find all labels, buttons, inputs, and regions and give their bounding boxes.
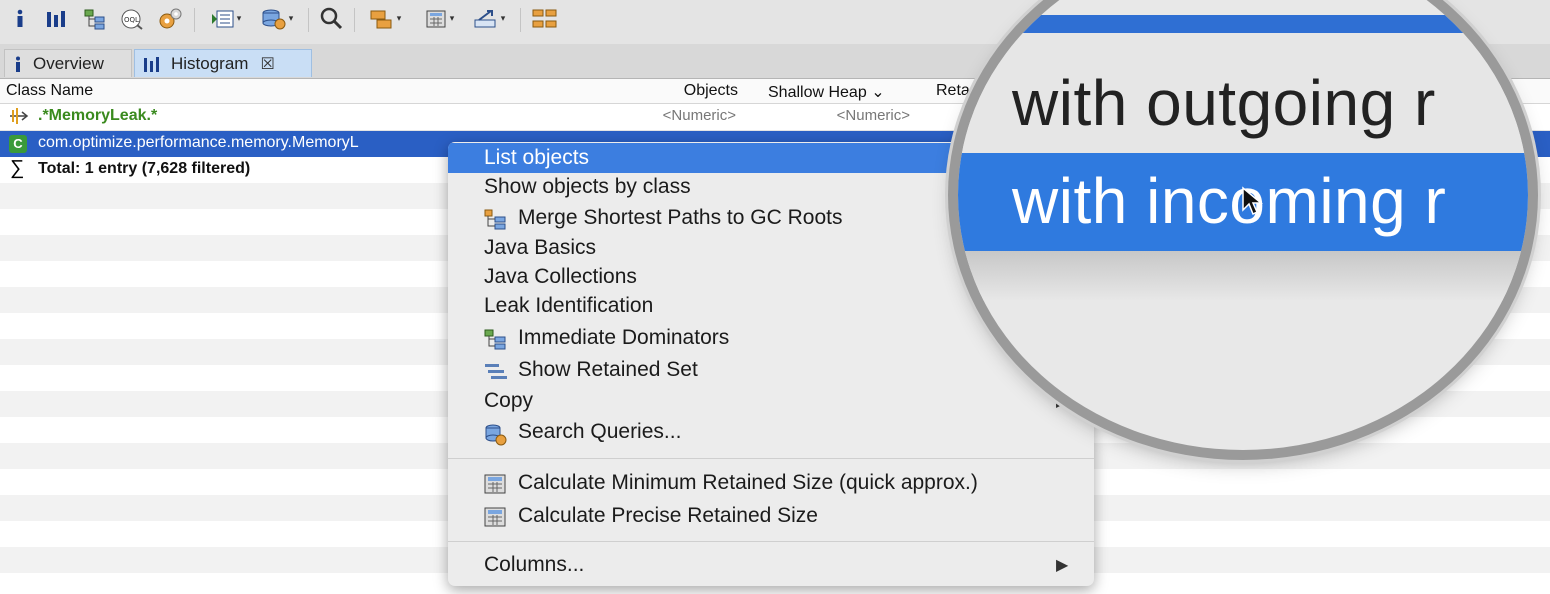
compare-icon[interactable] [528,6,562,32]
close-tab-icon[interactable]: ☒ [260,54,274,74]
menu-item-search-queries[interactable]: Search Queries... [448,417,1094,447]
calculator-icon [484,507,508,527]
menu-item-label: Show objects by class [484,175,691,198]
menu-item-label: List objects [484,146,590,169]
dominators-icon [484,329,508,350]
objects-filter[interactable]: <Numeric> [663,107,736,124]
menu-separator [448,458,1094,459]
magnified-text-incoming: with incoming r [1012,165,1447,237]
submenu-arrow-icon: ▶ [1056,557,1069,574]
query-browser-icon[interactable]: ▾ [254,6,300,32]
class-icon: C [9,135,27,153]
magnified-selection-edge [958,15,1528,33]
menu-item-label: Leak Identification [484,294,654,317]
calculator-icon[interactable]: ▾ [418,6,460,32]
menu-item-show-retained-set[interactable]: Show Retained Set [448,355,1094,385]
histogram-icon[interactable] [44,6,68,32]
toolbar-separator [520,8,521,32]
total-label: Total: 1 entry (7,628 filtered) [38,160,251,177]
menu-item-calc-precise-retained[interactable]: Calculate Precise Retained Size [448,501,1094,531]
menu-item-label: Copy [484,389,534,412]
menu-item-label: Show Retained Set [518,358,698,381]
histogram-icon [144,56,159,72]
filter-icon [8,106,32,131]
toolbar-separator [194,8,195,32]
toolbar-separator [308,8,309,32]
menu-item-columns[interactable]: Columns... ▶ [448,550,1094,580]
oql-icon[interactable]: OQL [118,6,146,32]
menu-item-label: Java Collections [484,265,637,288]
menu-item-label: Calculate Minimum Retained Size (quick a… [518,471,978,494]
column-header-shallow-heap-label: Shallow Heap [768,84,867,101]
info-icon[interactable] [10,6,30,32]
tab-overview[interactable]: Overview [4,49,132,77]
column-header-class-name[interactable]: Class Name [6,82,93,100]
class-name-cell: com.optimize.performance.memory.MemoryL [38,134,359,151]
export-icon[interactable]: ▾ [466,6,512,32]
class-name-filter[interactable]: .*MemoryLeak.* [38,107,157,125]
run-report-icon[interactable]: ▾ [204,6,248,32]
mouse-cursor-icon [1242,186,1263,216]
menu-item-label: Java Basics [484,236,597,259]
magnified-shadow [958,251,1528,301]
merge-paths-icon [484,209,508,230]
calculator-icon [484,474,508,494]
menu-item-label: Immediate Dominators [518,326,730,349]
menu-separator [448,541,1094,542]
menu-item-label: Search Queries... [518,420,682,443]
search-queries-icon [484,423,508,446]
menu-item-label: Columns... [484,553,585,576]
svg-text:OQL: OQL [124,16,139,24]
menu-item-label: Merge Shortest Paths to GC Roots [518,206,843,229]
sum-icon: ∑ [10,157,25,179]
dominator-tree-icon[interactable] [82,6,108,32]
toolbar-separator [354,8,355,32]
gear-icon[interactable] [156,6,184,32]
group-by-icon[interactable]: ▾ [362,6,408,32]
tab-overview-label: Overview [33,53,104,73]
search-icon[interactable] [318,6,346,32]
tab-histogram-label: Histogram [171,53,249,73]
retained-set-icon [484,361,508,381]
column-header-objects[interactable]: Objects [684,82,738,100]
menu-item-calc-min-retained[interactable]: Calculate Minimum Retained Size (quick a… [448,468,1094,498]
menu-item-copy[interactable]: Copy ▶ [448,386,1094,416]
shallow-heap-filter[interactable]: <Numeric> [837,107,910,124]
tab-histogram[interactable]: Histogram ☒ [134,49,312,77]
menu-item-label: Calculate Precise Retained Size [518,504,818,527]
info-icon [16,56,20,72]
column-header-shallow-heap[interactable]: Shallow Heap ⌄ [768,82,885,102]
magnified-text-outgoing: with outgoing r [1012,67,1436,139]
menu-item-immediate-dominators[interactable]: Immediate Dominators [448,323,1094,353]
sort-descending-icon: ⌄ [871,84,885,101]
